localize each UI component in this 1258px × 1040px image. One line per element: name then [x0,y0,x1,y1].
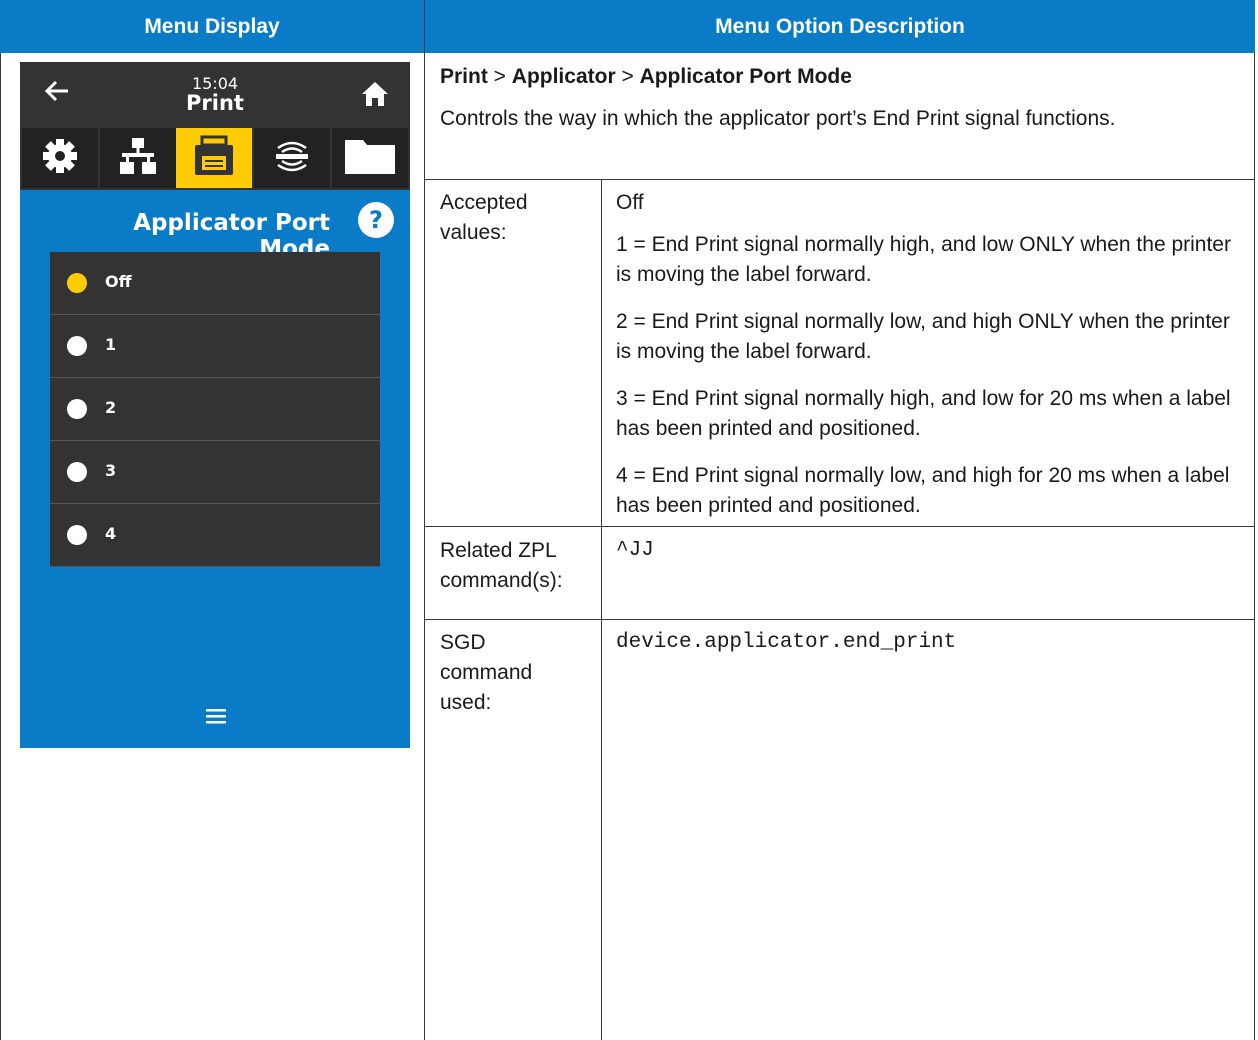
radio-icon [67,336,87,356]
option-list: Off 1 2 3 4 [50,252,380,567]
header-menu-option-description: Menu Option Description [715,14,965,38]
list-item[interactable]: Off [50,252,380,315]
table-border-right [1254,53,1255,1040]
option-label: 4 [105,524,117,543]
zpl-command-label: Related ZPL command(s): [440,539,563,592]
category-icon-bar [20,126,410,190]
printer-icon [192,134,236,183]
list-item[interactable]: 4 [50,504,380,567]
sgd-command-value: device.applicator.end_print [616,631,957,654]
menu-heading: Applicator Port Mode ? [20,202,410,262]
display-title-bar: 15:04 Print [20,62,410,126]
document-table: Menu Display Menu Option Description 15:… [0,0,1255,1040]
accepted-value-1: 1 = End Print signal normally high, and … [616,233,1231,286]
option-intro: Controls the way in which the applicator… [440,107,1116,130]
menu-icon[interactable] [206,708,226,724]
header-menu-display: Menu Display [144,14,280,38]
row-divider-zpl [425,526,1255,527]
option-label: 1 [105,335,117,354]
settings-gear-icon [40,136,80,181]
network-icon [118,136,158,181]
rfid-icon [270,134,314,183]
network-tab[interactable] [100,128,176,188]
path-print: Print [440,65,488,88]
table-border-left [0,53,1,1040]
path-separator: > [487,65,512,88]
accepted-value-off: Off [616,191,644,214]
accepted-value-3: 3 = End Print signal normally high, and … [616,387,1231,440]
zpl-command-value: ^JJ [616,539,654,562]
list-item[interactable]: 1 [50,315,380,378]
help-icon[interactable]: ? [358,202,394,238]
accepted-value-2: 2 = End Print signal normally low, and h… [616,310,1230,363]
accepted-values-label: Accepted values: [440,191,528,244]
radio-selected-icon [67,273,87,293]
table-divider-center [424,0,425,1040]
list-item[interactable]: 2 [50,378,380,441]
printer-touch-display: 15:04 Print Applicator Port Mode ? Off 1… [20,62,410,748]
print-tab[interactable] [176,128,252,188]
row-divider-accepted [425,179,1255,180]
display-title: Print [186,91,244,115]
radio-icon [67,399,87,419]
option-label: Off [105,272,132,291]
option-label: 3 [105,461,117,480]
path-applicator: Applicator [511,65,616,88]
option-label: 2 [105,398,117,417]
row-divider-sgd [425,619,1255,620]
table-header: Menu Display Menu Option Description [0,0,1255,53]
rfid-tab[interactable] [254,128,330,188]
menu-path: Print > Applicator > Applicator Port Mod… [440,62,1240,92]
settings-tab[interactable] [22,128,98,188]
storage-tab[interactable] [332,128,408,188]
path-separator: > [615,65,640,88]
home-icon[interactable] [360,80,390,108]
radio-icon [67,462,87,482]
folder-icon [343,136,397,181]
sgd-command-label: SGD command used: [440,631,533,714]
list-item[interactable]: 3 [50,441,380,504]
value-column-divider [601,179,602,1040]
radio-icon [67,525,87,545]
path-applicator-port-mode: Applicator Port Mode [639,65,852,88]
accepted-value-4: 4 = End Print signal normally low, and h… [616,464,1230,517]
